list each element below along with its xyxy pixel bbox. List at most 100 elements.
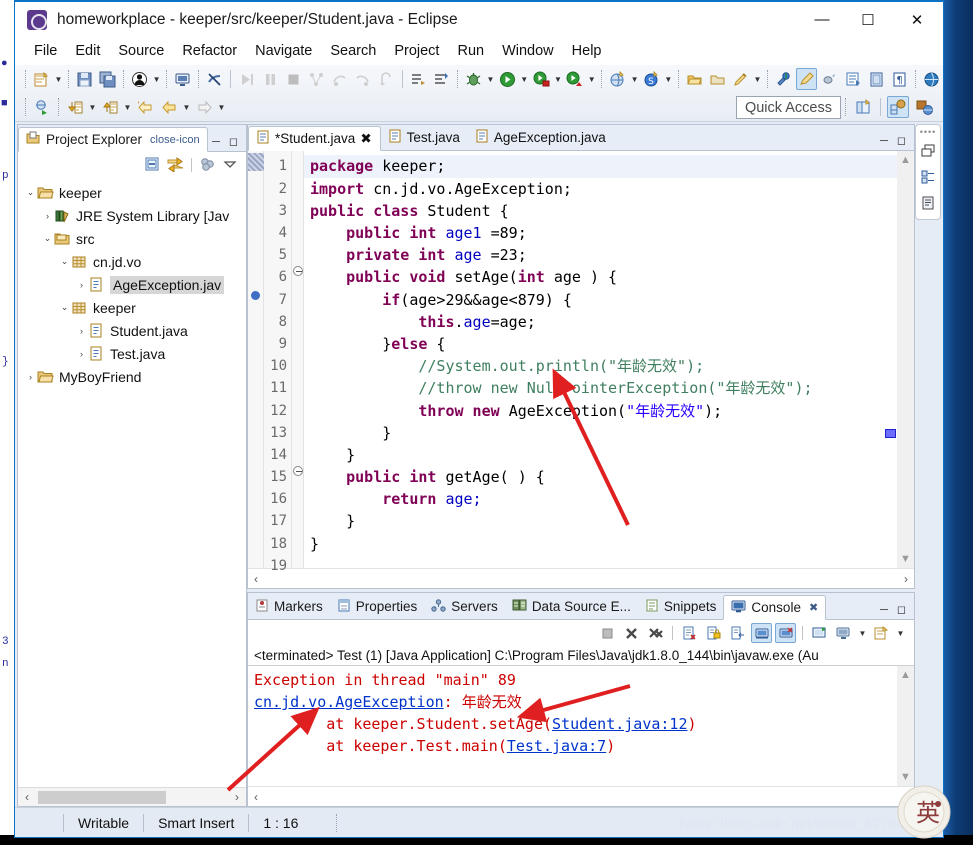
tab-snippets[interactable]: Snippets [638,594,724,619]
code-line[interactable]: } [304,510,897,532]
show-console-on-output-icon[interactable] [751,623,772,643]
tree-item-cn-jd-vo[interactable]: ⌄ cn.jd.vo [18,250,246,273]
remove-all-terminated-icon[interactable] [645,623,666,643]
menu-search[interactable]: Search [321,40,385,62]
close-icon[interactable]: ✖ [360,131,371,147]
overview-ruler-marker[interactable] [885,429,896,439]
tree-item-student-java[interactable]: › Student.java [18,319,246,342]
chevron-right-icon[interactable]: › [24,372,37,382]
console-link[interactable]: Student.java:12 [552,715,687,733]
tree-item-src[interactable]: ⌄ src [18,227,246,250]
scroll-thumb[interactable] [38,790,166,804]
code-line[interactable]: } [304,422,897,444]
new-class-icon[interactable]: S [641,68,662,90]
maximize-icon[interactable]: ◻ [897,605,906,616]
code-line[interactable]: package keeper; [304,155,897,178]
console-hscrollbar[interactable]: ‹ › [248,786,914,806]
menu-navigate[interactable]: Navigate [246,40,321,62]
menu-help[interactable]: Help [563,40,611,62]
breakpoint-marker[interactable] [251,291,260,301]
terminate-icon[interactable] [597,623,618,643]
tab-properties[interactable]: Properties [330,594,425,619]
debug-icon[interactable] [463,68,484,90]
scroll-left-icon[interactable]: ‹ [254,790,258,804]
open-web-browser-icon[interactable] [921,68,942,90]
tab-test-java[interactable]: Test.java [381,125,468,150]
clear-console-icon[interactable] [679,623,700,643]
search-dropdown-icon[interactable]: ▼ [752,69,763,89]
code-line[interactable]: public int getAge( ) { [304,466,897,488]
forward-icon[interactable] [193,96,215,118]
open-declaration-icon[interactable] [31,96,53,118]
scroll-down-icon[interactable]: ▼ [900,553,911,565]
code-line[interactable]: } [304,444,897,466]
remove-launch-icon[interactable] [621,623,642,643]
collapse-all-icon[interactable] [144,156,160,175]
link-with-editor-icon[interactable] [167,156,184,175]
previous-edit-icon[interactable] [99,96,121,118]
menu-window[interactable]: Window [493,40,563,62]
code-line[interactable]: if(age>29&&age<879) { [304,289,897,311]
display-selected-console-dropdown-icon[interactable]: ▼ [857,623,868,643]
code-line[interactable]: return age; [304,488,897,510]
open-task-icon[interactable] [707,68,728,90]
java-perspective-icon[interactable] [887,96,909,118]
tree-item-jre-system-library-jav[interactable]: › JRE System Library [Jav [18,204,246,227]
chevron-down-icon[interactable]: ⌄ [58,256,71,267]
code-line[interactable] [304,555,897,568]
console-output[interactable]: Exception in thread "main" 89 cn.jd.vo.Ag… [248,666,897,786]
quick-access-input[interactable]: Quick Access [735,95,841,119]
paragraph-icon[interactable]: ¶ [889,68,910,90]
editor-annotation-ruler[interactable] [248,151,264,568]
back-dropdown-icon[interactable]: ▼ [181,97,192,117]
tab-ageexception-java[interactable]: AgeException.java [468,125,614,150]
pin-console-icon[interactable] [809,623,830,643]
maximize-icon[interactable]: ◻ [897,136,906,147]
scroll-right-icon[interactable]: › [904,572,908,586]
code-line[interactable]: this.age=age; [304,311,897,333]
previous-annotation-icon[interactable] [431,68,452,90]
console-link[interactable]: cn.jd.vo.AgeException [254,693,444,711]
open-console-icon[interactable] [871,623,892,643]
profile-dropdown-icon[interactable]: ▼ [586,69,597,89]
save-icon[interactable] [74,68,95,90]
view-dropdown-icon[interactable] [223,158,237,173]
new-java-project-dropdown-icon[interactable]: ▼ [629,69,640,89]
scroll-right-icon[interactable]: › [904,790,908,804]
run-as-server-dropdown-icon[interactable]: ▼ [553,69,564,89]
new-java-project-icon[interactable] [607,68,628,90]
skip-breakpoints-icon[interactable] [204,68,225,90]
code-line[interactable]: throw new AgeException("年龄无效"); [304,400,897,422]
close-icon[interactable]: close-icon [150,134,200,146]
tab-student-java[interactable]: *Student.java ✖ [248,126,381,152]
next-annotation-icon[interactable] [408,68,429,90]
menu-project[interactable]: Project [385,40,448,62]
close-icon[interactable]: ✖ [809,601,818,614]
minimize-icon[interactable]: ─ [212,137,220,148]
editor-hscrollbar[interactable]: ‹ › [248,568,914,588]
debug-dropdown-icon[interactable]: ▼ [485,69,496,89]
scroll-down-icon[interactable]: ▼ [900,771,911,783]
chevron-right-icon[interactable]: › [75,280,88,290]
new-class-dropdown-icon[interactable]: ▼ [663,69,674,89]
view-menu-icon[interactable] [199,156,216,175]
tab-markers[interactable]: Markers [248,594,330,619]
word-wrap-icon[interactable] [727,623,748,643]
editor-folding-column[interactable] [292,151,304,568]
tab-console[interactable]: Console ✖ [723,595,827,620]
show-whitespace-icon[interactable] [842,68,863,90]
chevron-right-icon[interactable]: › [41,211,54,221]
back-icon[interactable] [158,96,180,118]
tab-project-explorer[interactable]: Project Explorer close-icon [18,127,208,152]
scroll-up-icon[interactable]: ▲ [900,669,911,681]
fold-toggle-icon[interactable] [293,266,303,277]
tree-item-ageexception-jav[interactable]: › AgeException.jav [18,273,246,296]
close-button[interactable]: ✕ [891,2,943,37]
code-line[interactable]: public class Student { [304,200,897,222]
tree-item-keeper[interactable]: ⌄ keeper [18,296,246,319]
open-perspective-icon[interactable] [852,96,874,118]
next-edit-icon[interactable] [64,96,86,118]
menu-refactor[interactable]: Refactor [173,40,246,62]
external-tools-icon[interactable] [773,68,794,90]
profile-icon[interactable] [564,68,585,90]
